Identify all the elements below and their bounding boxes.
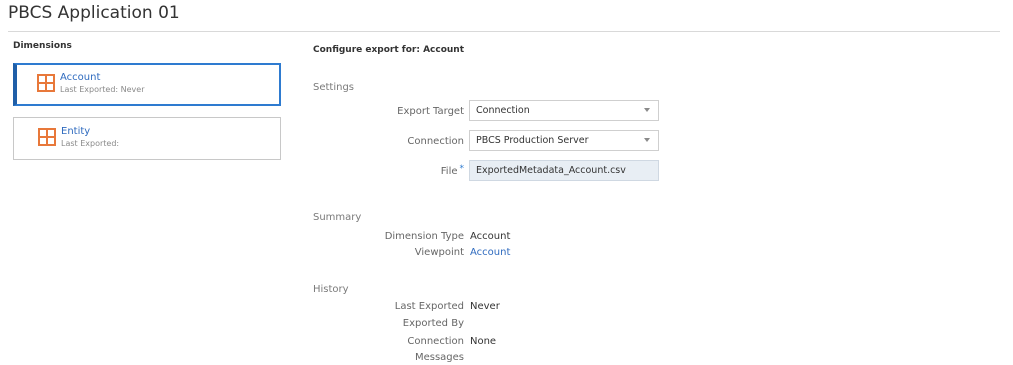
export-target-label: Export Target [397, 106, 464, 117]
last-exported-label: Last Exported [394, 301, 464, 312]
dimension-name: Account [60, 72, 101, 83]
file-label-text: File [440, 166, 458, 177]
dimension-type-value: Account [470, 231, 511, 242]
exported-by-label: Exported By [402, 318, 464, 329]
dimension-name: Entity [61, 126, 91, 137]
history-connection-value: None [470, 336, 497, 347]
chevron-down-icon [644, 108, 650, 112]
connection-select[interactable]: PBCS Production Server [469, 130, 659, 151]
export-target-value: Connection [476, 105, 530, 116]
configure-export-heading: Configure export for: Account [313, 45, 465, 55]
viewpoint-link[interactable]: Account [470, 247, 510, 258]
summary-section-label: Summary [313, 212, 362, 223]
dimension-last-exported: Last Exported: Never [60, 85, 145, 94]
settings-section-label: Settings [313, 82, 355, 93]
grid-icon [37, 74, 55, 92]
page-title: PBCS Application 01 [8, 3, 180, 23]
required-indicator: * [459, 164, 465, 174]
grid-icon [38, 128, 56, 146]
dimension-type-label: Dimension Type [384, 231, 464, 242]
export-target-select[interactable]: Connection [469, 100, 659, 121]
dimensions-heading: Dimensions [13, 41, 72, 51]
file-name-input[interactable]: ExportedMetadata_Account.csv [469, 160, 659, 181]
dimension-card-entity[interactable]: Entity Last Exported: [13, 117, 281, 160]
history-section-label: History [313, 284, 349, 295]
chevron-down-icon [644, 138, 650, 142]
connection-label: Connection [407, 136, 464, 147]
title-divider [8, 31, 1000, 32]
file-label: File * [440, 164, 465, 177]
dimension-card-account[interactable]: Account Last Exported: Never [13, 63, 281, 106]
viewpoint-label: Viewpoint [414, 247, 464, 258]
messages-label: Messages [414, 352, 464, 363]
history-connection-label: Connection [407, 336, 464, 347]
last-exported-value: Never [470, 301, 500, 312]
connection-value: PBCS Production Server [476, 135, 589, 146]
dimension-last-exported: Last Exported: [61, 139, 120, 148]
